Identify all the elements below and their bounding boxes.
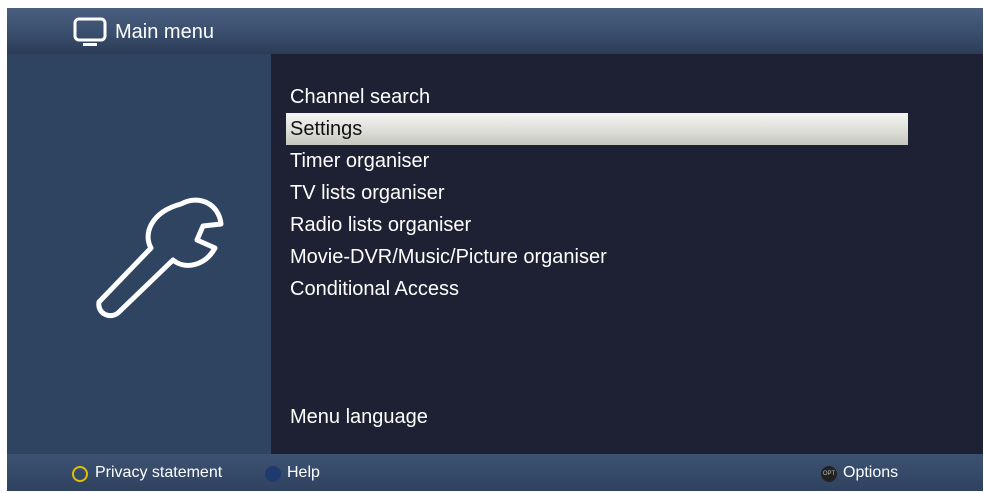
menu-list: Channel search Settings Timer organiser …	[286, 81, 908, 305]
main-menu-screen: Main menu Channel search Settings Timer …	[7, 8, 983, 491]
blue-key-icon	[265, 466, 281, 482]
footer-bar: Privacy statement Help OPT Options	[7, 454, 983, 491]
privacy-statement-button[interactable]: Privacy statement	[95, 463, 222, 483]
menu-item-settings[interactable]: Settings	[286, 113, 908, 145]
options-key-icon: OPT	[821, 466, 837, 482]
page-title: Main menu	[115, 21, 214, 43]
menu-item-tv-lists-organiser[interactable]: TV lists organiser	[286, 177, 908, 209]
menu-item-radio-lists-organiser[interactable]: Radio lists organiser	[286, 209, 908, 241]
menu-bottom: Menu language	[286, 401, 908, 433]
wrench-icon	[89, 174, 229, 324]
menu-item-menu-language[interactable]: Menu language	[286, 401, 908, 433]
options-button[interactable]: Options	[843, 463, 898, 483]
side-panel	[7, 54, 271, 454]
tv-icon	[73, 17, 109, 49]
yellow-key-icon	[72, 466, 88, 482]
menu-item-timer-organiser[interactable]: Timer organiser	[286, 145, 908, 177]
help-button[interactable]: Help	[287, 463, 320, 483]
menu-item-channel-search[interactable]: Channel search	[286, 81, 908, 113]
menu-item-conditional-access[interactable]: Conditional Access	[286, 273, 908, 305]
menu-item-movie-dvr-organiser[interactable]: Movie-DVR/Music/Picture organiser	[286, 241, 908, 273]
header-bar: Main menu	[7, 8, 983, 54]
